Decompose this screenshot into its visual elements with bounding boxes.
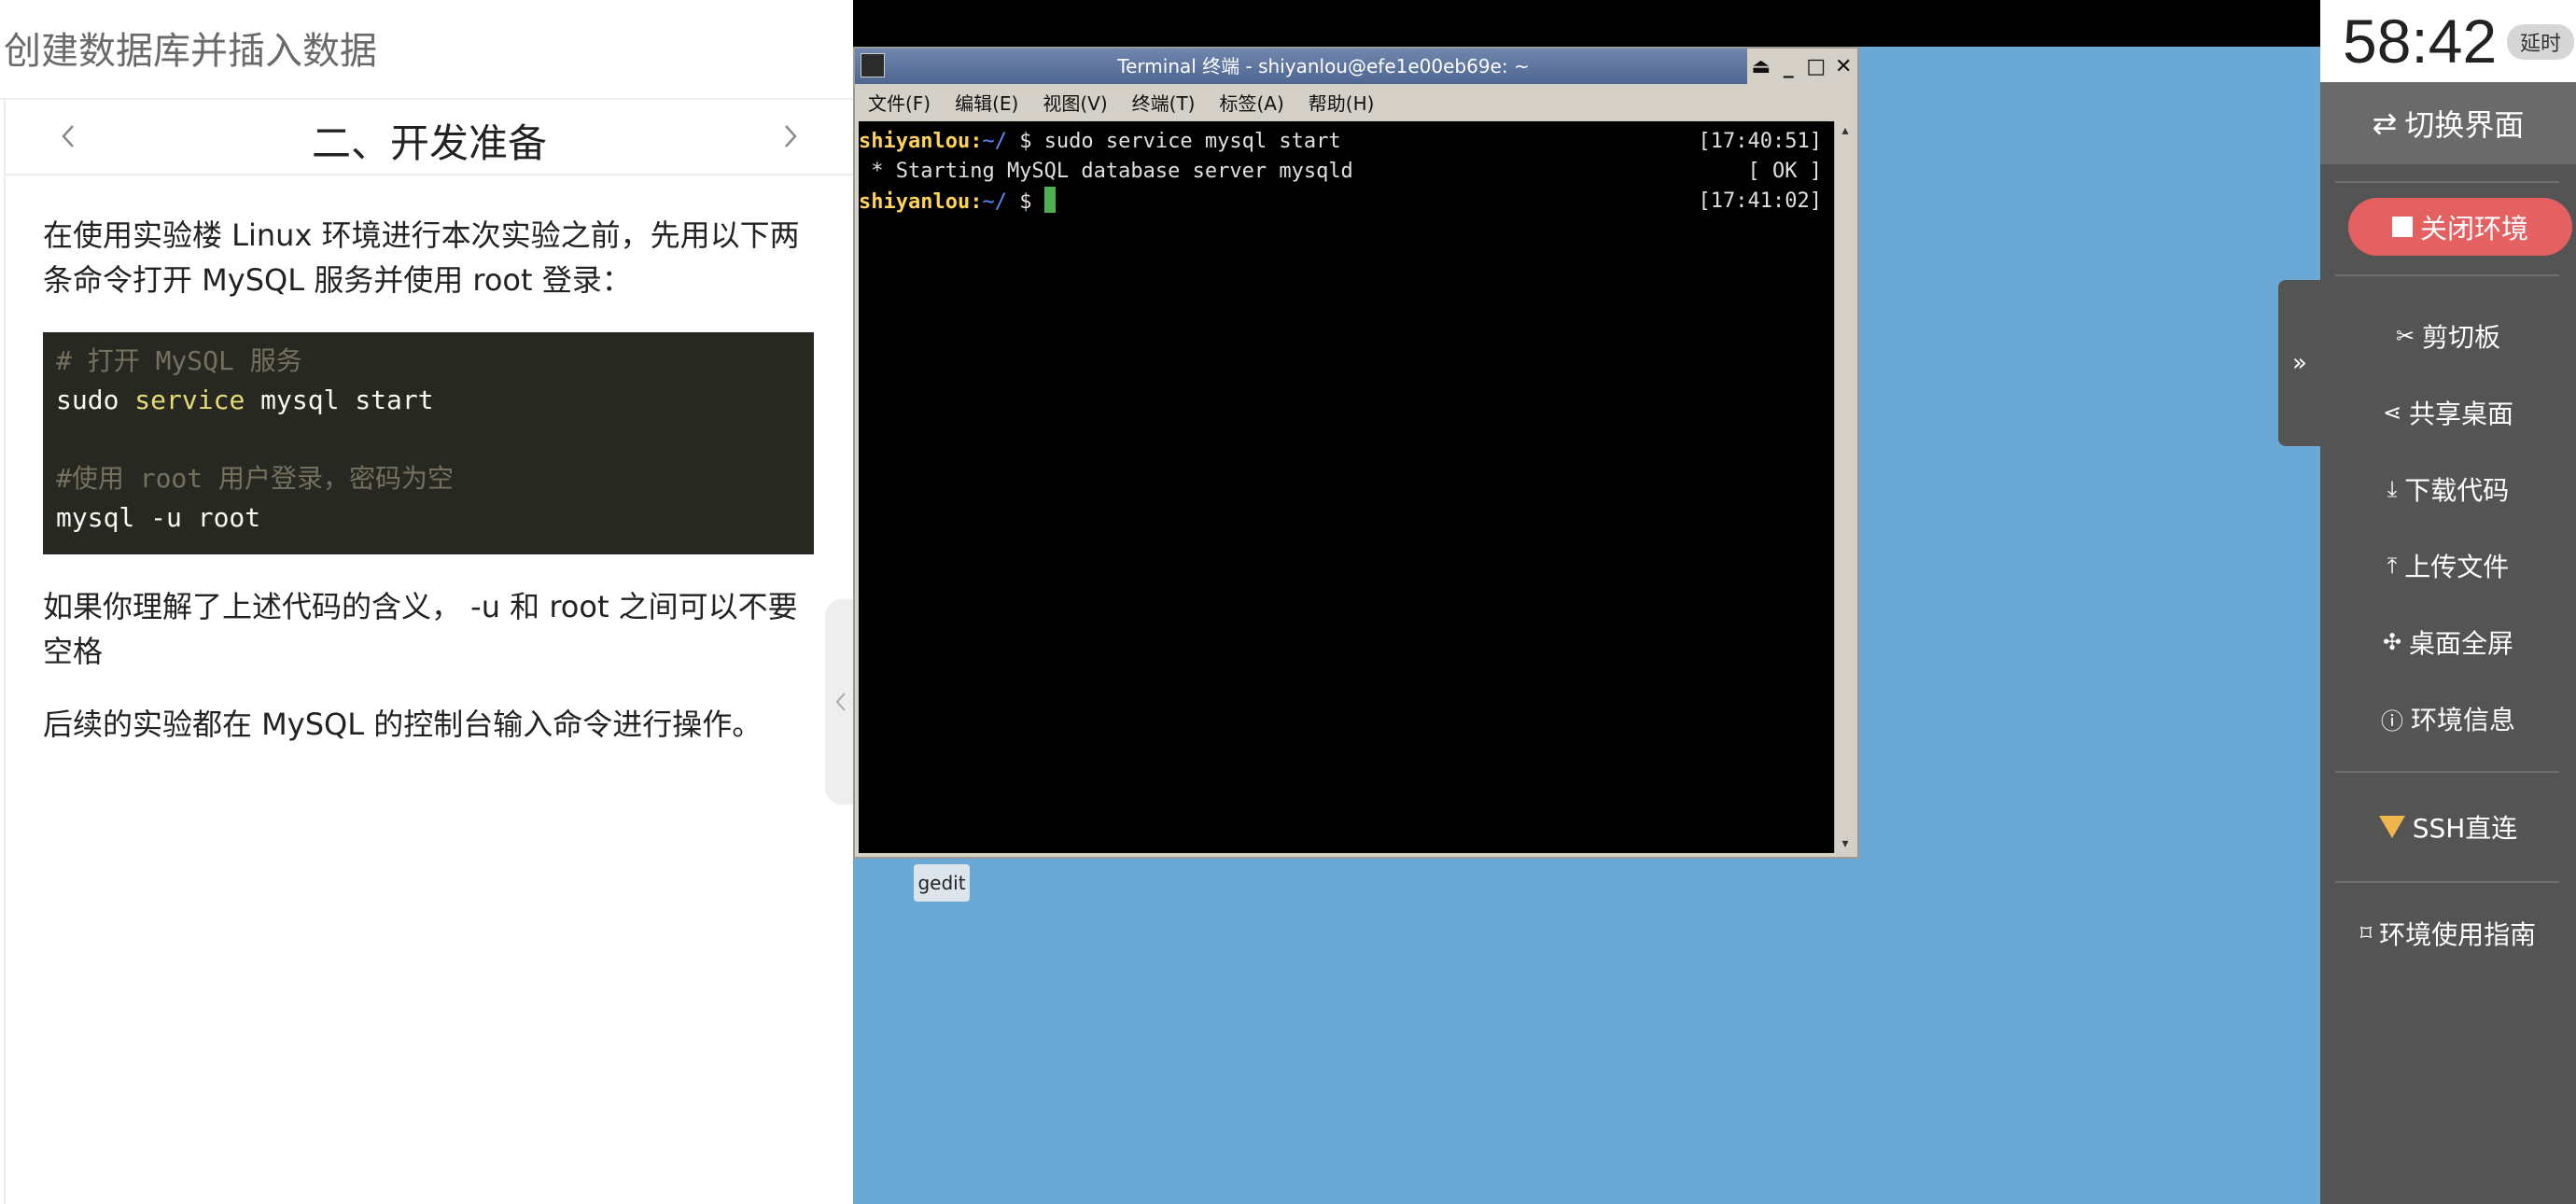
double-chevron-right-icon: » <box>2292 349 2307 377</box>
chevron-right-icon <box>785 125 797 147</box>
download-icon: ⤓ <box>2387 476 2398 502</box>
close-environment-button[interactable]: 关闭环境 <box>2348 198 2572 256</box>
window-controls: ⏏ _ □ ✕ <box>1747 49 1857 84</box>
terminal-output: * Starting MySQL database server mysqld <box>859 160 1353 183</box>
close-environment-label: 关闭环境 <box>2419 213 2528 245</box>
code-block[interactable]: # 打开 MySQL 服务 sudo service mysql start #… <box>43 332 814 554</box>
switch-view-label: 切换界面 <box>2404 107 2525 143</box>
share-icon: ⋖ <box>2382 399 2402 426</box>
environment-info-button[interactable]: ⓘ 环境信息 <box>2320 691 2576 747</box>
ssh-connect-button[interactable]: SSH直连 <box>2320 799 2576 855</box>
panel-divider <box>2335 274 2559 276</box>
code-line: mysql -u root <box>56 502 261 533</box>
share-desktop-label: 共享桌面 <box>2409 399 2514 429</box>
lab-document-panel: 创建数据库并插入数据 二、开发准备 在使用实验楼 Linux 环境进行本次实验之… <box>0 0 854 1204</box>
timer-area: 58:42 延时 <box>2320 0 2576 82</box>
menu-edit[interactable]: 编辑(E) <box>955 89 1018 116</box>
code-comment-line: #使用 root 用户登录，密码为空 <box>56 463 455 494</box>
prompt-user: shiyanlou: <box>859 190 983 214</box>
menu-file[interactable]: 文件(F) <box>868 89 931 116</box>
terminal-timestamp: [17:41:02] <box>1698 189 1822 213</box>
share-desktop-button[interactable]: ⋖ 共享桌面 <box>2320 385 2576 441</box>
left-border <box>4 98 6 1204</box>
upload-file-label: 上传文件 <box>2404 552 2510 582</box>
gedit-desktop-icon[interactable]: gedit <box>914 864 970 902</box>
desktop-top-bar <box>853 0 2320 47</box>
clipboard-label: 剪切板 <box>2422 322 2501 353</box>
prompt-path: ~/ <box>982 130 1007 153</box>
fullscreen-icon: ✣ <box>2382 629 2402 655</box>
terminal-menubar: 文件(F) 编辑(E) 视图(V) 终端(T) 标签(A) 帮助(H) <box>855 84 1857 119</box>
bookmark-icon: ⌑ <box>2359 920 2373 946</box>
environment-guide-button[interactable]: ⌑ 环境使用指南 <box>2320 905 2576 961</box>
terminal-window[interactable]: Terminal 终端 - shiyanlou@efe1e00eb69e: ~ … <box>853 47 1859 859</box>
terminal-scrollbar[interactable]: ▴ ▾ <box>1834 121 1855 853</box>
info-icon: ⓘ <box>2380 707 2403 735</box>
code-text: mysql start <box>245 385 434 415</box>
environment-guide-label: 环境使用指南 <box>2379 919 2537 950</box>
terminal-command: $ <box>1006 190 1044 214</box>
menu-terminal[interactable]: 终端(T) <box>1132 89 1196 116</box>
collapse-doc-handle[interactable] <box>825 599 857 805</box>
swap-arrows-icon: ⇄ <box>2372 105 2398 141</box>
scroll-down-icon[interactable]: ▾ <box>1835 834 1855 853</box>
extend-time-button[interactable]: 延时 <box>2507 24 2574 60</box>
switch-view-button[interactable]: ⇄ 切换界面 <box>2320 82 2576 164</box>
fullscreen-button[interactable]: ✣ 桌面全屏 <box>2320 614 2576 670</box>
section-nav-bar: 二、开发准备 <box>6 99 853 175</box>
code-text: sudo <box>56 385 135 415</box>
download-code-button[interactable]: ⤓ 下载代码 <box>2320 461 2576 517</box>
scroll-up-icon[interactable]: ▴ <box>1835 121 1855 140</box>
terminal-title: Terminal 终端 - shiyanlou@efe1e00eb69e: ~ <box>1117 55 1530 77</box>
menu-view[interactable]: 视图(V) <box>1043 89 1107 116</box>
upload-file-button[interactable]: ⤒ 上传文件 <box>2320 538 2576 594</box>
next-section-button[interactable] <box>762 99 818 174</box>
panel-divider <box>2335 881 2559 883</box>
terminal-screen[interactable]: shiyanlou:~/ $ sudo service mysql start[… <box>859 121 1835 853</box>
expand-panel-button[interactable]: » <box>2278 280 2321 446</box>
chevron-left-icon <box>835 693 846 711</box>
diamond-icon <box>2378 816 2405 838</box>
eject-icon[interactable]: ⏏ <box>1750 55 1772 78</box>
terminal-titlebar[interactable]: Terminal 终端 - shiyanlou@efe1e00eb69e: ~ … <box>855 49 1857 84</box>
code-keyword: service <box>134 385 245 415</box>
minimize-button[interactable]: _ <box>1777 55 1799 78</box>
panel-divider <box>2335 181 2559 183</box>
code-comment-line: # 打开 MySQL 服务 <box>56 345 302 376</box>
terminal-line: shiyanlou:~/ $ sudo service mysql start [… <box>859 127 1835 157</box>
terminal-timestamp: [17:40:51] <box>1698 130 1822 153</box>
prompt-path: ~/ <box>982 190 1007 214</box>
intro-paragraph: 在使用实验楼 Linux 环境进行本次实验之前，先用以下两条命令打开 MySQL… <box>43 217 800 298</box>
section-title: 二、开发准备 <box>311 120 547 166</box>
menu-tabs[interactable]: 标签(A) <box>1219 89 1283 116</box>
close-window-button[interactable]: ✕ <box>1832 55 1855 78</box>
page-title: 创建数据库并插入数据 <box>4 30 377 73</box>
terminal-line: * Starting MySQL database server mysqld [… <box>859 157 1835 187</box>
tool-panel: 58:42 延时 ⇄ 切换界面 关闭环境 ✂ 剪切板 ⋖ 共享桌面 ⤓ 下载代码 ⤒ 上… <box>2320 0 2576 1204</box>
countdown-timer: 58:42 <box>2343 7 2498 76</box>
stop-icon <box>2391 217 2413 237</box>
terminal-icon <box>861 53 885 77</box>
download-code-label: 下载代码 <box>2404 475 2510 506</box>
menu-help[interactable]: 帮助(H) <box>1309 89 1375 116</box>
followup-paragraph: 后续的实验都在 MySQL 的控制台输入命令进行操作。 <box>43 707 763 742</box>
terminal-status: [ OK ] <box>1747 160 1822 183</box>
ssh-connect-label: SSH直连 <box>2412 813 2518 844</box>
panel-divider <box>2335 771 2559 773</box>
clipboard-button[interactable]: ✂ 剪切板 <box>2320 308 2576 364</box>
fullscreen-label: 桌面全屏 <box>2409 628 2514 659</box>
text-cursor <box>1043 187 1056 213</box>
maximize-button[interactable]: □ <box>1805 55 1827 78</box>
note-paragraph: 如果你理解了上述代码的含义， -u 和 root 之间可以不要空格 <box>43 589 798 669</box>
code-line: sudo service mysql start <box>56 381 801 420</box>
terminal-command: $ sudo service mysql start <box>1006 130 1341 153</box>
prompt-user: shiyanlou: <box>859 130 983 153</box>
terminal-line: shiyanlou:~/ $ [17:41:02] <box>859 187 1835 217</box>
environment-info-label: 环境信息 <box>2410 705 2515 735</box>
scissors-icon: ✂ <box>2395 323 2415 349</box>
upload-icon: ⤒ <box>2387 553 2398 579</box>
